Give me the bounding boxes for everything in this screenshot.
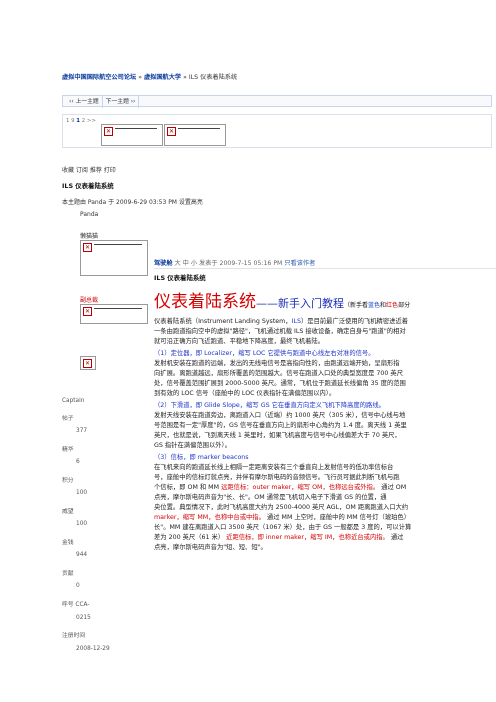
paragraph-glide-slope: 英尺，也就是说，飞到离天线 1 英里时，如果飞机高度与信号中心线偏差大于 70 … bbox=[154, 432, 401, 439]
paragraph-localizer: 向扩展。离跑道越远，扇形所覆盖的范围越大。信号在跑道入口处的典型宽度是 700 … bbox=[154, 370, 404, 377]
post-header: 驾驶舱 大 中 小 发表于 2009-7-15 05:16 PM 只看该作者 bbox=[154, 258, 315, 267]
broken-image-icon: ✕ bbox=[83, 359, 92, 368]
paragraph-markers: 长"。MM 建在离跑道入口 3500 英尺（1067 米）处，由于 GS 一般都… bbox=[154, 524, 412, 531]
broken-image: ✕ bbox=[101, 124, 163, 146]
topic-navigation: ‹‹ 上一主题 下一主题 ›› bbox=[62, 95, 492, 108]
paragraph-localizer: 发射机安装在跑道的远端，发出的无线电信号是高指向性的，由跑道远端开始，呈扇形指 bbox=[154, 360, 400, 367]
paragraph-markers: 差为 200 英尺（61 米） 近距信标，即 inner maker，缩写 IM… bbox=[154, 534, 404, 541]
breadcrumb-separator: » bbox=[183, 74, 187, 81]
broken-image-icon: ✕ bbox=[83, 307, 92, 316]
breadcrumb-separator: » bbox=[138, 74, 143, 81]
heading-glide-slope: （2）下滑道，即 Glide Slope，缩写 GS 它在垂直方向定义飞机下降高… bbox=[154, 402, 385, 409]
points-value: 100 bbox=[76, 490, 88, 496]
paragraph-localizer: 到有效的 LOC 信号（座舱中的 LOC 仪表指针在满偏范围以内）。 bbox=[154, 390, 336, 397]
paragraph-markers: 点亮，摩尔斯电码声音为"长、长"。OM 通常是飞机切入电子下滑道 GS 的位置，… bbox=[154, 494, 387, 501]
rank-image: ✕ bbox=[80, 304, 148, 324]
elite-value: 6 bbox=[76, 459, 80, 465]
rank-badge: ✕ bbox=[80, 356, 96, 370]
breadcrumb-board-link[interactable]: 虚拟国航大学 bbox=[144, 74, 181, 81]
paragraph-localizer: 处，信号覆盖范围扩展到 2000-5000 英尺。通常，飞机位于跑道延长线偏角 … bbox=[154, 380, 406, 387]
paragraph-glide-slope: GS 指针在满偏范围以外）。 bbox=[154, 442, 231, 449]
paragraph-markers: 个信标，即 OM 和 MM 远距信标：outer maker，缩写 OM，也称远… bbox=[154, 484, 407, 491]
heading-marker-beacons: （3）信标，即 marker beacons bbox=[154, 454, 249, 461]
callsign-value: 0215 bbox=[76, 615, 91, 621]
posts-value: 377 bbox=[76, 428, 88, 434]
registered-value: 2008-12-29 bbox=[76, 646, 110, 652]
banner-blue: 蓝色 bbox=[368, 302, 381, 309]
poster-username[interactable]: Panda bbox=[80, 211, 98, 218]
user-group: 副总裁 bbox=[80, 297, 99, 304]
elite-label: 精华 bbox=[62, 447, 74, 453]
broken-image: ✕ bbox=[164, 124, 226, 146]
breadcrumb: 虚拟中国国际航空公司论坛 » 虚拟国航大学 » ILS 仪表着陆系统 bbox=[62, 72, 237, 81]
broken-image-icon: ✕ bbox=[104, 127, 113, 136]
next-topic-link[interactable]: 下一主题 ›› bbox=[103, 96, 140, 108]
post-time: 发表于 2009-7-15 05:16 PM bbox=[199, 260, 283, 267]
avatar: ✕ bbox=[80, 240, 148, 276]
pagination: 1 9 1 2 >> bbox=[66, 118, 96, 124]
paragraph-intro-line2: 一条由跑道指向空中的虚拟"路径"，飞机通过机载 ILS 接收设备，确定自身与"跑… bbox=[154, 328, 406, 335]
prev-topic-link[interactable]: ‹‹ 上一主题 bbox=[66, 96, 103, 108]
money-value: 944 bbox=[76, 552, 88, 558]
money-label: 金钱 bbox=[62, 540, 74, 546]
banner-title: 仪表着陆系统——新手入门教程（新手看蓝色和红色部分 bbox=[154, 287, 410, 312]
user-rank: Captain bbox=[62, 398, 85, 404]
banner-note: （新手看 bbox=[344, 302, 369, 309]
pager-box: 1 9 1 2 >> ✕ ✕ bbox=[62, 114, 492, 148]
paragraph-glide-slope: 发射天线安装在跑道旁边，离跑道入口（近端）约 1000 英尺（305 米），信号… bbox=[154, 412, 406, 419]
banner-main: 仪表着陆系统 bbox=[154, 292, 256, 312]
registered-label: 注册时间 bbox=[62, 633, 86, 639]
banner-note-end: 部分 bbox=[398, 302, 411, 309]
paragraph-glide-slope: 号范围是有一定"厚度"的，GS 信号在垂直方向上的扇形中心角约为 1.4 度。离… bbox=[154, 422, 407, 429]
paragraph-markers: 央位置。典型情况下，此时飞机高度大约为 2500-4000 英尺 AGL，OM … bbox=[154, 504, 409, 511]
broken-image-icon: ✕ bbox=[167, 127, 176, 136]
posts-label: 帖子 bbox=[62, 416, 74, 422]
prestige-value: 100 bbox=[76, 521, 88, 527]
breadcrumb-topic: ILS 仪表着陆系统 bbox=[188, 74, 238, 81]
contribution-label: 贡献 bbox=[62, 571, 74, 577]
only-author-link[interactable]: 只看该作者 bbox=[284, 260, 315, 267]
next-page-link[interactable]: >> bbox=[85, 118, 96, 124]
post-subject: ILS 仪表着陆系统 bbox=[154, 274, 206, 282]
prestige-label: 威望 bbox=[62, 509, 74, 515]
thread-actions[interactable]: 收藏 订阅 推荐 打印 bbox=[62, 165, 116, 174]
post-author[interactable]: 驾驶舱 bbox=[154, 260, 173, 267]
thread-title: ILS 仪表着陆系统 bbox=[62, 182, 114, 190]
banner-dash: —— bbox=[256, 297, 278, 310]
paragraph-markers: 号，座舱中的信标灯就点亮，并伴有摩尔斯电码的音频信号。飞行员可据此判断飞机与跑 bbox=[154, 474, 400, 481]
contribution-value: 0 bbox=[76, 583, 80, 589]
banner-sub: 新手入门教程 bbox=[278, 297, 344, 310]
paragraph-markers: 点亮，摩尔斯电码声音为"短、短、短"。 bbox=[154, 544, 267, 551]
callsign-label: 呼号 CCA- bbox=[62, 602, 90, 608]
banner-red: 红色 bbox=[386, 302, 399, 309]
points-label: 积分 bbox=[62, 478, 74, 484]
font-size-switcher[interactable]: 大 中 小 bbox=[175, 260, 198, 267]
paragraph-markers: marker，缩写 MM，也称中台或中指。 通过 MM 上空时，座舱中的 MM … bbox=[154, 514, 411, 521]
poster-nickname[interactable]: 懒猫猫 bbox=[80, 231, 98, 240]
heading-localizer: （1）定位器，即 Localizer，缩写 LOC 它提供与跑道中心线左右对准的… bbox=[154, 350, 375, 357]
thread-highlight-note: 本主题由 Panda 于 2009-6-29 03:53 PM 设置高亮 bbox=[62, 199, 203, 206]
paragraph-markers: 在飞机来向的跑道延长线上相隔一定距离安装有三个垂直向上发射信号的低功率信标台 bbox=[154, 464, 394, 471]
broken-image-icon: ✕ bbox=[83, 243, 92, 252]
paragraph-intro: 仪表着陆系统（Instrument Landing System，ILS）是目前… bbox=[154, 318, 409, 325]
paragraph-intro-line3: 就可沿正确方向飞近跑道、平稳地下降高度，最终飞机着陆。 bbox=[154, 338, 325, 345]
divider bbox=[154, 268, 496, 269]
breadcrumb-forum-link[interactable]: 虚拟中国国际航空公司论坛 bbox=[62, 74, 136, 81]
